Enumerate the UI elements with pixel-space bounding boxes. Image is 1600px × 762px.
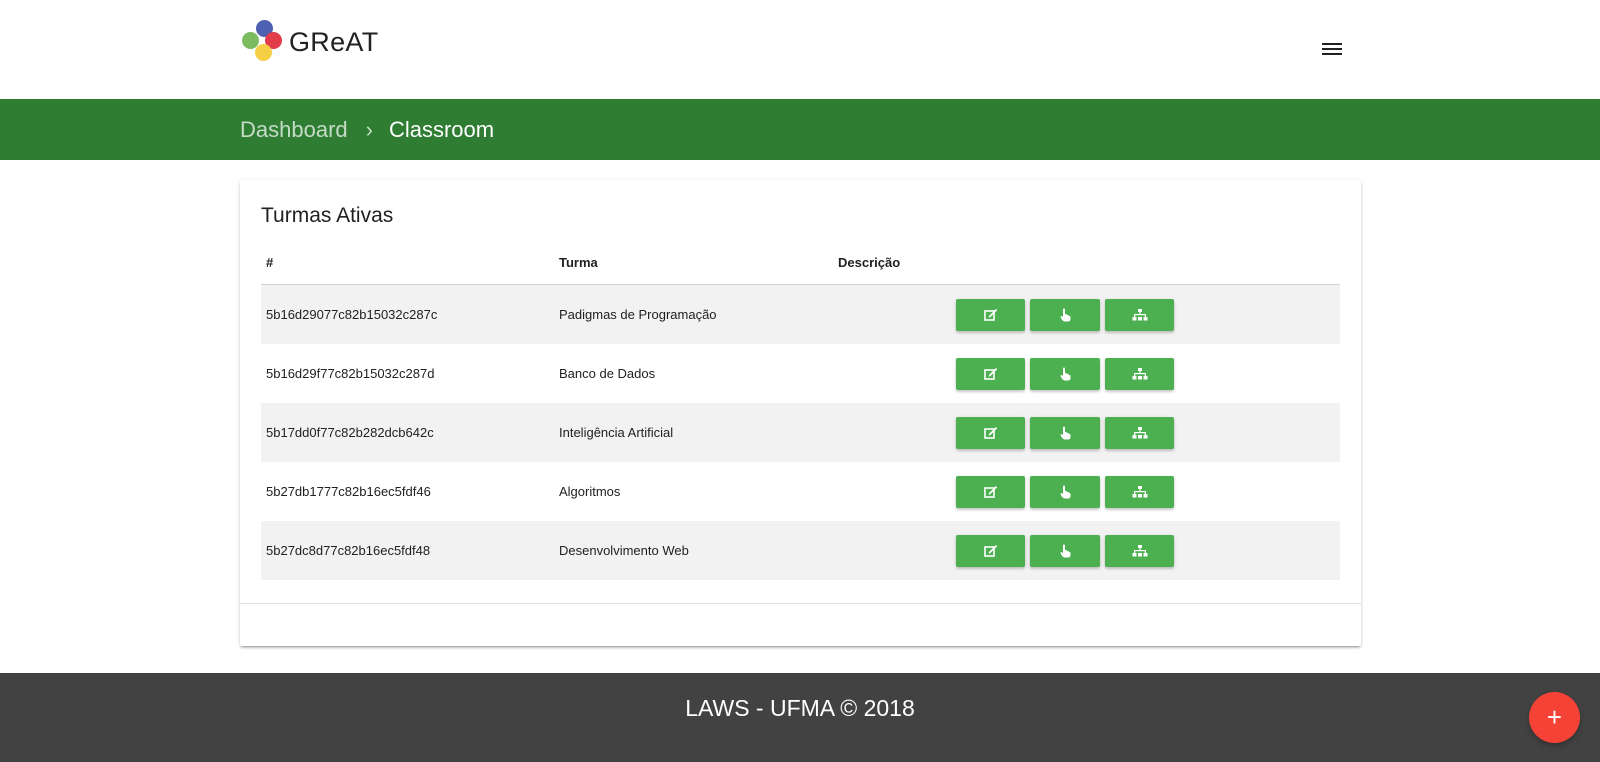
card-title: Turmas Ativas	[261, 204, 394, 227]
logo-text: GReAT	[289, 26, 379, 57]
pointer-button[interactable]	[1030, 357, 1100, 390]
pointer-hand-icon	[1060, 544, 1070, 557]
menu-line	[1322, 48, 1342, 50]
edit-button[interactable]	[956, 298, 1025, 331]
edit-button[interactable]	[956, 475, 1025, 508]
table-row: 5b27dc8d77c82b16ec5fdf48 Desenvolvimento…	[261, 521, 1340, 580]
logo[interactable]: GReAT	[242, 20, 379, 62]
menu-line	[1322, 53, 1342, 55]
table-body: 5b16d29077c82b15032c287c Padigmas de Pro…	[261, 285, 1340, 580]
edit-icon	[983, 486, 997, 498]
hierarchy-icon	[1132, 308, 1147, 320]
footer-text: LAWS - UFMA © 2018	[685, 694, 915, 721]
cell-turma: Desenvolvimento Web	[559, 543, 689, 558]
hierarchy-button[interactable]	[1105, 534, 1174, 567]
hierarchy-button[interactable]	[1105, 416, 1174, 449]
table-row: 5b27db1777c82b16ec5fdf46 Algoritmos	[261, 462, 1340, 521]
plus-icon: +	[1546, 702, 1563, 732]
add-class-fab-button[interactable]: +	[1529, 692, 1580, 743]
edit-icon	[983, 545, 997, 557]
breadcrumb-dashboard[interactable]: Dashboard	[240, 117, 348, 143]
breadcrumb-classroom: Classroom	[388, 116, 495, 142]
table-header: # Turma Descrição	[261, 240, 1340, 285]
pointer-hand-icon	[1060, 308, 1070, 321]
hierarchy-icon	[1132, 485, 1147, 497]
column-header-turma: Turma	[559, 254, 598, 270]
pointer-hand-icon	[1060, 367, 1070, 380]
cell-turma: Padigmas de Programação	[559, 307, 717, 322]
table-row: 5b16d29077c82b15032c287c Padigmas de Pro…	[261, 285, 1340, 344]
row-actions	[956, 416, 1174, 449]
table-row: 5b17dd0f77c82b282dcb642c Inteligência Ar…	[261, 403, 1340, 462]
column-header-descricao: Descrição	[838, 254, 901, 270]
pointer-button[interactable]	[1030, 534, 1100, 567]
cell-turma: Algoritmos	[559, 484, 621, 499]
cell-turma: Inteligência Artificial	[559, 425, 674, 440]
row-actions	[956, 475, 1174, 508]
classes-card: Turmas Ativas # Turma Descrição 5b16d290…	[240, 180, 1361, 646]
row-actions	[956, 357, 1174, 390]
breadcrumb: Dashboard › Classroom	[240, 99, 494, 160]
pointer-button[interactable]	[1030, 475, 1100, 508]
hierarchy-icon	[1132, 544, 1147, 556]
edit-icon	[983, 427, 997, 439]
classes-table: # Turma Descrição 5b16d29077c82b15032c28…	[261, 240, 1340, 580]
hierarchy-icon	[1132, 367, 1147, 379]
pointer-hand-icon	[1060, 485, 1070, 498]
edit-icon	[983, 309, 997, 321]
edit-button[interactable]	[956, 534, 1025, 567]
logo-dot-yellow	[255, 44, 272, 61]
pointer-hand-icon	[1060, 426, 1070, 439]
breadcrumb-bar: Dashboard › Classroom	[0, 99, 1600, 160]
cell-id: 5b27db1777c82b16ec5fdf46	[266, 484, 431, 499]
column-header-id: #	[266, 254, 274, 270]
hierarchy-button[interactable]	[1105, 357, 1174, 390]
cell-id: 5b16d29077c82b15032c287c	[266, 307, 438, 322]
top-header: GReAT	[0, 0, 1600, 99]
table-row: 5b16d29f77c82b15032c287d Banco de Dados	[261, 344, 1340, 403]
hierarchy-button[interactable]	[1105, 298, 1174, 331]
cell-turma: Banco de Dados	[559, 366, 656, 381]
edit-icon	[983, 368, 997, 380]
chevron-right-icon: ›	[365, 116, 373, 142]
hamburger-menu-icon[interactable]	[1322, 40, 1342, 56]
edit-button[interactable]	[956, 357, 1025, 390]
pointer-button[interactable]	[1030, 298, 1100, 331]
footer: LAWS - UFMA © 2018	[0, 673, 1600, 762]
cell-id: 5b16d29f77c82b15032c287d	[266, 366, 435, 381]
edit-button[interactable]	[956, 416, 1025, 449]
cell-id: 5b17dd0f77c82b282dcb642c	[266, 425, 434, 440]
cell-id: 5b27dc8d77c82b16ec5fdf48	[266, 543, 431, 558]
row-actions	[956, 298, 1174, 331]
pointer-button[interactable]	[1030, 416, 1100, 449]
hierarchy-icon	[1132, 426, 1147, 438]
card-divider	[240, 603, 1361, 604]
menu-line	[1322, 43, 1342, 45]
logo-dots-icon	[242, 20, 286, 62]
row-actions	[956, 534, 1174, 567]
hierarchy-button[interactable]	[1105, 475, 1174, 508]
